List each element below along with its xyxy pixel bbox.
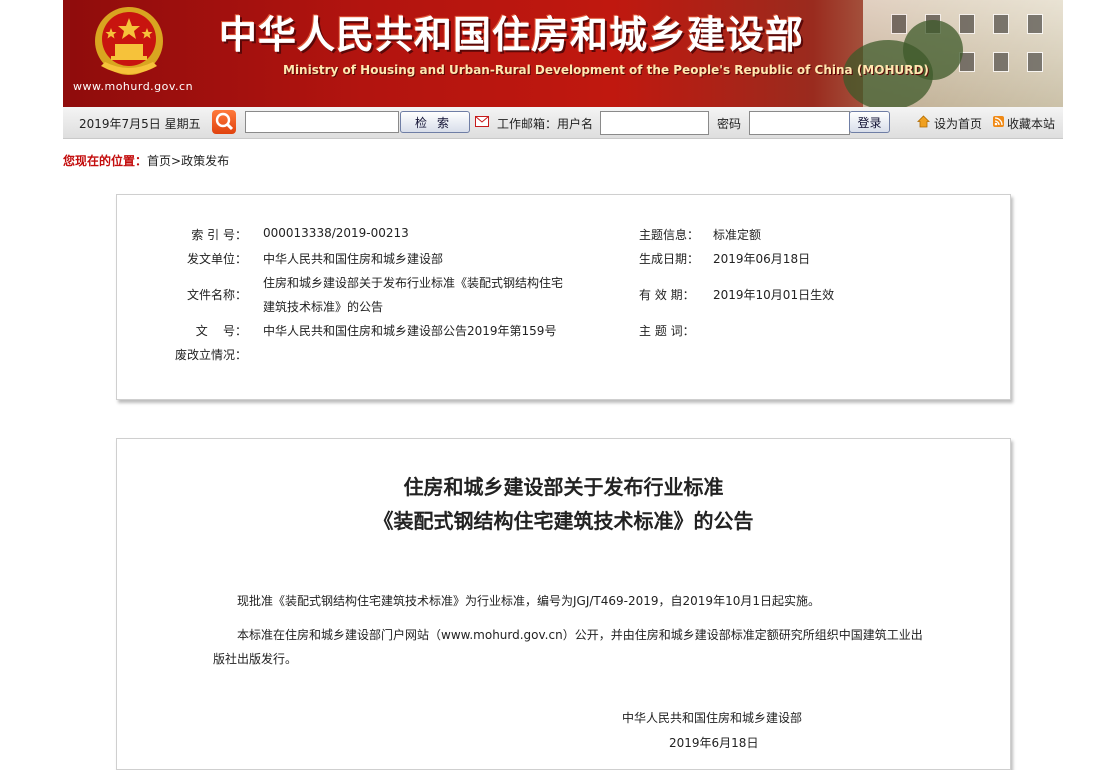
current-date: 2019年7月5日 星期五 bbox=[79, 117, 201, 131]
signature-date: 2019年6月18日 bbox=[669, 736, 759, 750]
doc-title-line1: 住房和城乡建设部关于发布行业标准 bbox=[403, 475, 724, 499]
site-title: 中华人民共和国住房和城乡建设部 bbox=[219, 13, 805, 57]
doc-name-line2: 建筑技术标准》的公告 bbox=[263, 300, 384, 314]
keywords-label: 主 题 词： bbox=[639, 324, 695, 338]
doc-paragraph-1: 现批准《装配式钢结构住宅建筑技术标准》为行业标准，编号为JGJ/T469-201… bbox=[237, 594, 820, 608]
doc-title-line2: 《装配式钢结构住宅建筑技术标准》的公告 bbox=[373, 509, 754, 533]
created-date-value: 2019年06月18日 bbox=[713, 252, 811, 266]
password-input[interactable] bbox=[749, 111, 850, 135]
breadcrumb: 您现在的位置：首页>政策发布 bbox=[63, 152, 229, 169]
created-date-label: 生成日期： bbox=[639, 252, 700, 266]
mail-username-label: 工作邮箱：用户名 bbox=[497, 117, 594, 131]
site-title-en: Ministry of Housing and Urban-Rural Deve… bbox=[283, 63, 929, 77]
site-banner: www.mohurd.gov.cn 中华人民共和国住房和城乡建设部 Minist… bbox=[63, 0, 1063, 107]
doc-name-line1: 住房和城乡建设部关于发布行业标准《装配式钢结构住宅 bbox=[263, 276, 564, 290]
breadcrumb-separator: > bbox=[171, 154, 182, 168]
index-no-value: 000013338/2019-00213 bbox=[263, 226, 409, 240]
doc-no-value: 中华人民共和国住房和城乡建设部公告2019年第159号 bbox=[263, 324, 557, 338]
top-toolbar: 2019年7月5日 星期五 检索 工作邮箱：用户名 密码 登录 设为首页 收藏本… bbox=[63, 107, 1063, 139]
breadcrumb-home-link[interactable]: 首页 bbox=[147, 154, 171, 168]
mail-icon bbox=[475, 116, 489, 127]
password-label: 密码 bbox=[717, 117, 742, 131]
signature-org: 中华人民共和国住房和城乡建设部 bbox=[622, 711, 803, 725]
home-icon bbox=[917, 115, 930, 128]
search-input[interactable] bbox=[245, 111, 399, 133]
bookmark-link[interactable]: 收藏本站 bbox=[1007, 115, 1055, 132]
issuer-value: 中华人民共和国住房和城乡建设部 bbox=[263, 252, 444, 266]
search-icon[interactable] bbox=[212, 110, 236, 134]
topic-label: 主题信息： bbox=[639, 228, 700, 242]
revision-status-label: 废改立情况： bbox=[174, 348, 247, 362]
national-emblem-icon bbox=[95, 7, 163, 75]
issuer-label: 发文单位： bbox=[186, 252, 247, 266]
doc-paragraph-2-line2: 版社出版发行。 bbox=[213, 652, 298, 666]
set-homepage-link[interactable]: 设为首页 bbox=[934, 115, 982, 132]
index-no-label: 索 引 号： bbox=[191, 228, 247, 242]
topic-value: 标准定额 bbox=[713, 228, 762, 242]
doc-paragraph-2-line1: 本标准在住房和城乡建设部门户网站（www.mohurd.gov.cn）公开，并由… bbox=[237, 628, 923, 642]
document-info-panel: 索 引 号： 000013338/2019-00213 主题信息： 标准定额 发… bbox=[116, 194, 1011, 400]
username-input[interactable] bbox=[600, 111, 709, 135]
search-button[interactable]: 检索 bbox=[400, 111, 470, 133]
doc-name-label: 文件名称： bbox=[186, 288, 247, 302]
valid-value: 2019年10月01日生效 bbox=[713, 288, 835, 302]
doc-no-label: 文 号： bbox=[195, 324, 247, 338]
bookmark-icon bbox=[993, 116, 1004, 127]
site-url: www.mohurd.gov.cn bbox=[73, 80, 194, 93]
breadcrumb-current-link[interactable]: 政策发布 bbox=[181, 154, 229, 168]
login-button[interactable]: 登录 bbox=[849, 111, 890, 133]
breadcrumb-label: 您现在的位置： bbox=[63, 154, 148, 168]
document-content-panel: 住房和城乡建设部关于发布行业标准 《装配式钢结构住宅建筑技术标准》的公告 现批准… bbox=[116, 438, 1011, 770]
valid-label: 有 效 期： bbox=[639, 288, 695, 302]
